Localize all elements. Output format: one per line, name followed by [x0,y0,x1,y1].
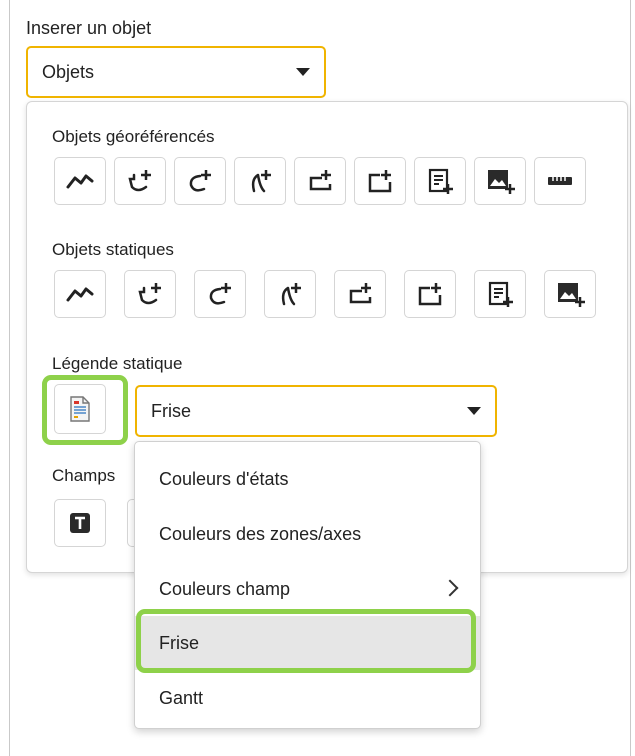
text-add-icon[interactable] [474,270,526,318]
arc-add-icon[interactable] [114,157,166,205]
insert-object-label: Inserer un objet [26,18,152,38]
menu-item-gantt[interactable]: Gantt [135,671,480,725]
curve-add-icon[interactable] [174,157,226,205]
legend-type-select-value: Frise [151,400,191,421]
menu-item-label: Couleurs d'états [159,468,289,489]
legend-document-icon[interactable] [54,384,106,434]
section-label-geo: Objets géoréférencés [52,127,215,146]
rect-add-icon[interactable] [334,270,386,318]
menu-item-label: Couleurs champ [159,578,291,599]
menu-item-label: Couleurs des zones/axes [159,523,362,544]
section-label-fields: Champs [52,466,116,485]
menu-item-couleurs-zones-axes[interactable]: Couleurs des zones/axes [135,507,480,561]
chevron-down-icon [296,68,310,76]
object-type-select-value: Objets [42,61,95,82]
menu-item-couleurs-champ[interactable]: Couleurs champ [135,562,480,616]
arc-add-icon[interactable] [124,270,176,318]
trend-line-icon[interactable] [54,270,106,318]
menu-item-frise[interactable]: Frise [135,616,480,670]
curve-add-alt-icon[interactable] [264,270,316,318]
image-add-icon[interactable] [544,270,596,318]
image-add-icon[interactable] [474,157,526,205]
legend-dropdown-menu: Couleurs d'états Couleurs des zones/axes… [134,441,481,729]
trend-line-icon[interactable] [54,157,106,205]
ruler-icon[interactable] [534,157,586,205]
text-field-icon[interactable] [54,499,106,547]
rect-corner-add-icon[interactable] [404,270,456,318]
chevron-down-icon [467,407,481,415]
menu-item-label: Gantt [159,687,204,708]
menu-item-label: Frise [159,632,199,653]
curve-add-alt-icon[interactable] [234,157,286,205]
legend-type-select[interactable]: Frise [135,385,497,437]
text-add-icon[interactable] [414,157,466,205]
object-type-select[interactable]: Objets [26,46,326,98]
menu-item-couleurs-etats[interactable]: Couleurs d'états [135,452,480,506]
curve-add-icon[interactable] [194,270,246,318]
rect-corner-add-icon[interactable] [354,157,406,205]
section-label-static: Objets statiques [52,240,174,259]
rect-add-icon[interactable] [294,157,346,205]
chevron-right-icon [441,579,459,597]
section-label-legend: Légende statique [52,354,183,373]
